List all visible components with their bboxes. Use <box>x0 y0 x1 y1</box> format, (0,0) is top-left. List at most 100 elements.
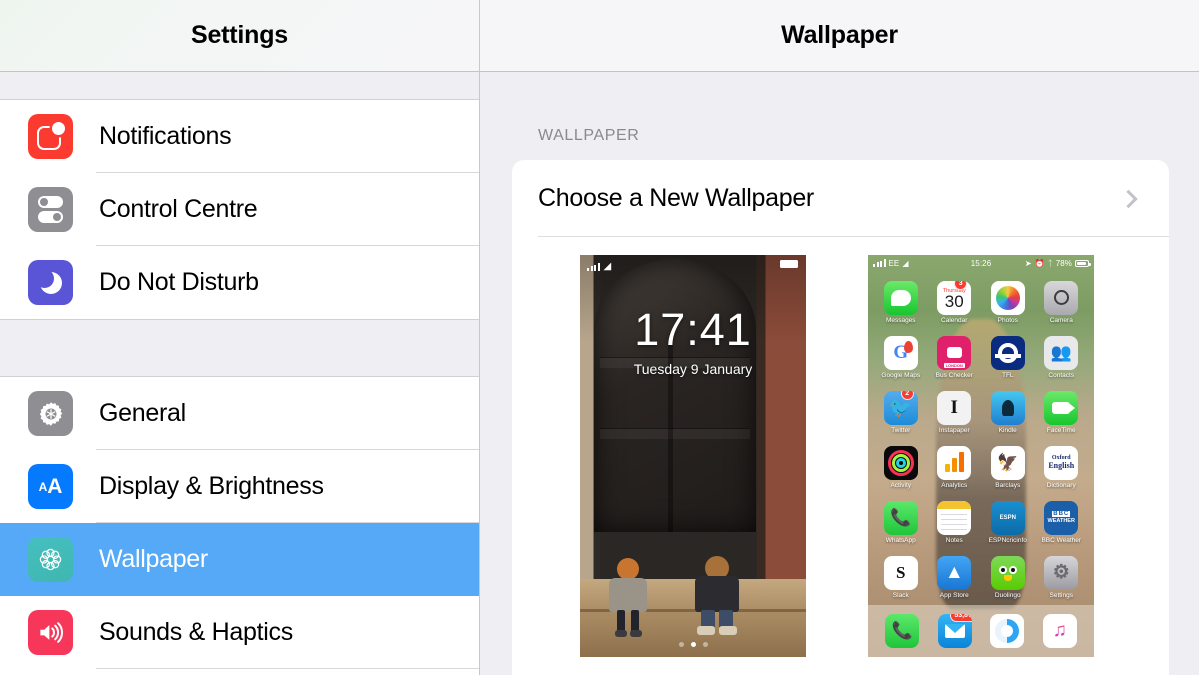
app-camera[interactable]: Camera <box>1035 275 1089 330</box>
app-label: Photos <box>997 316 1018 324</box>
sidebar-item-label: Control Centre <box>99 195 258 223</box>
home-screen-preview[interactable]: EE ◢ 15:26 ➤ ⏰ ᛏ 78% Messages Thursday 3… <box>868 255 1094 657</box>
sidebar-item-sounds-haptics[interactable]: Sounds & Haptics <box>0 596 479 669</box>
children-photo-subject <box>580 472 806 657</box>
wallpaper-card: Choose a New Wallpaper ◢ 17:41 Tuesday 9… <box>512 160 1169 675</box>
chevron-right-icon <box>1119 189 1138 208</box>
kindle-icon <box>990 390 1025 425</box>
dock-app-phone[interactable]: 📞 <box>885 614 920 648</box>
lock-screen-clock: 17:41 Tuesday 9 January <box>580 307 806 377</box>
espncricinfo-icon: ESPN <box>990 500 1025 535</box>
mail-icon: 53,876 <box>937 614 972 648</box>
sidebar-item-label: General <box>99 399 186 427</box>
detail-header: Wallpaper <box>480 0 1199 72</box>
app-bbc-weather[interactable]: BBC WEATHER BBC Weather <box>1035 495 1089 550</box>
lock-screen-preview[interactable]: ◢ 17:41 Tuesday 9 January <box>580 255 806 657</box>
app-label: Kindle <box>998 426 1017 434</box>
app-label: BBC Weather <box>1041 536 1082 544</box>
app-contacts[interactable]: 👥 Contacts <box>1035 330 1089 385</box>
bbc-sublabel-1: BBC <box>1052 511 1071 518</box>
app-facetime[interactable]: FaceTime <box>1035 385 1089 440</box>
bbc-weather-icon: BBC WEATHER <box>1044 500 1079 535</box>
app-label: Notes <box>945 536 963 544</box>
bus-checker-sublabel: LONDON <box>943 362 965 368</box>
app-calendar[interactable]: Thursday 30 3 Calendar <box>928 275 982 330</box>
app-label: Barclays <box>995 481 1021 489</box>
app-label: Camera <box>1049 316 1073 324</box>
app-analytics[interactable]: Analytics <box>928 440 982 495</box>
app-duolingo[interactable]: Duolingo <box>981 550 1035 605</box>
sidebar-group-gap-top <box>0 72 479 100</box>
choose-new-wallpaper-label: Choose a New Wallpaper <box>538 184 814 212</box>
home-dock: 📞 53,876 <box>868 605 1094 657</box>
wifi-icon: ◢ <box>603 261 612 272</box>
twitter-icon: 🐦 2 <box>883 390 918 425</box>
sidebar-item-display-brightness[interactable]: AA Display & Brightness <box>0 450 479 523</box>
app-label: App Store <box>939 591 969 599</box>
home-app-grid: Messages Thursday 30 3 Calendar Photos C… <box>868 275 1094 605</box>
whatsapp-icon: 📞 <box>883 500 918 535</box>
settings-icon: ⚙ <box>1044 555 1079 590</box>
dock-app-music[interactable]: ♫ <box>1042 614 1077 648</box>
sidebar-item-notifications[interactable]: Notifications <box>0 100 479 173</box>
sidebar-item-label: Wallpaper <box>99 545 208 573</box>
app-notes[interactable]: Notes <box>928 495 982 550</box>
messages-icon <box>883 280 918 315</box>
sidebar-list[interactable]: Notifications Control Centre Do Not Dist… <box>0 72 479 674</box>
app-label: Activity <box>890 481 912 489</box>
dock-app-mail[interactable]: 53,876 <box>937 614 972 648</box>
app-google-maps[interactable]: G Google Maps <box>874 330 928 385</box>
notifications-icon <box>28 114 73 159</box>
sounds-haptics-icon <box>28 610 73 655</box>
instapaper-icon: I <box>937 390 972 425</box>
app-app-store[interactable]: ▲ App Store <box>928 550 982 605</box>
sidebar-title: Settings <box>190 21 289 49</box>
dock-app-safari[interactable] <box>990 614 1025 648</box>
display-brightness-icon: AA <box>28 464 73 509</box>
app-activity[interactable]: Activity <box>874 440 928 495</box>
lock-date: Tuesday 9 January <box>633 361 753 377</box>
app-tfl[interactable]: TFL <box>981 330 1035 385</box>
tfl-icon <box>990 335 1025 370</box>
page-indicator-dots <box>580 642 806 647</box>
app-twitter[interactable]: 🐦 2 Twitter <box>874 385 928 440</box>
camera-icon <box>1044 280 1079 315</box>
app-kindle[interactable]: Kindle <box>981 385 1035 440</box>
sidebar-item-label: Sounds & Haptics <box>99 618 293 646</box>
sidebar-item-label: Notifications <box>99 122 232 150</box>
activity-icon <box>883 445 918 480</box>
app-messages[interactable]: Messages <box>874 275 928 330</box>
app-label: Google Maps <box>881 371 921 379</box>
wallpaper-previews: ◢ 17:41 Tuesday 9 January EE ◢ 15:26 ➤ ⏰… <box>512 237 1169 657</box>
analytics-icon <box>937 445 972 480</box>
app-label: Analytics <box>941 481 968 489</box>
badge-count: 53,876 <box>950 614 972 622</box>
app-instapaper[interactable]: I Instapaper <box>928 385 982 440</box>
app-label: Slack <box>892 591 909 599</box>
facetime-icon <box>1044 390 1079 425</box>
app-whatsapp[interactable]: 📞 WhatsApp <box>874 495 928 550</box>
app-label: WhatsApp <box>885 536 916 544</box>
sidebar-item-wallpaper[interactable]: Wallpaper <box>0 523 479 596</box>
app-photos[interactable]: Photos <box>981 275 1035 330</box>
sidebar-item-general[interactable]: General <box>0 377 479 450</box>
app-dictionary[interactable]: Oxford English Dictionary <box>1035 440 1089 495</box>
lock-status-bar: ◢ <box>580 260 806 274</box>
barclays-icon: 🦅 <box>990 445 1025 480</box>
choose-new-wallpaper-row[interactable]: Choose a New Wallpaper <box>512 160 1169 237</box>
app-espncricinfo[interactable]: ESPN ESPNcricinfo <box>981 495 1035 550</box>
app-settings[interactable]: ⚙ Settings <box>1035 550 1089 605</box>
app-bus-checker[interactable]: LONDON Bus Checker <box>928 330 982 385</box>
app-slack[interactable]: S Slack <box>874 550 928 605</box>
settings-split-view: Settings Notifications Control Centre Do… <box>0 0 1200 675</box>
sidebar-item-control-centre[interactable]: Control Centre <box>0 173 479 246</box>
app-label: ESPNcricinfo <box>988 536 1027 544</box>
app-barclays[interactable]: 🦅 Barclays <box>981 440 1035 495</box>
wallpaper-flower-icon <box>28 537 73 582</box>
slack-icon: S <box>883 555 918 590</box>
lock-time: 17:41 <box>634 304 752 355</box>
contacts-icon: 👥 <box>1044 335 1079 370</box>
notes-icon <box>937 500 972 535</box>
calendar-icon: Thursday 30 3 <box>937 280 972 315</box>
sidebar-item-do-not-disturb[interactable]: Do Not Disturb <box>0 246 479 319</box>
